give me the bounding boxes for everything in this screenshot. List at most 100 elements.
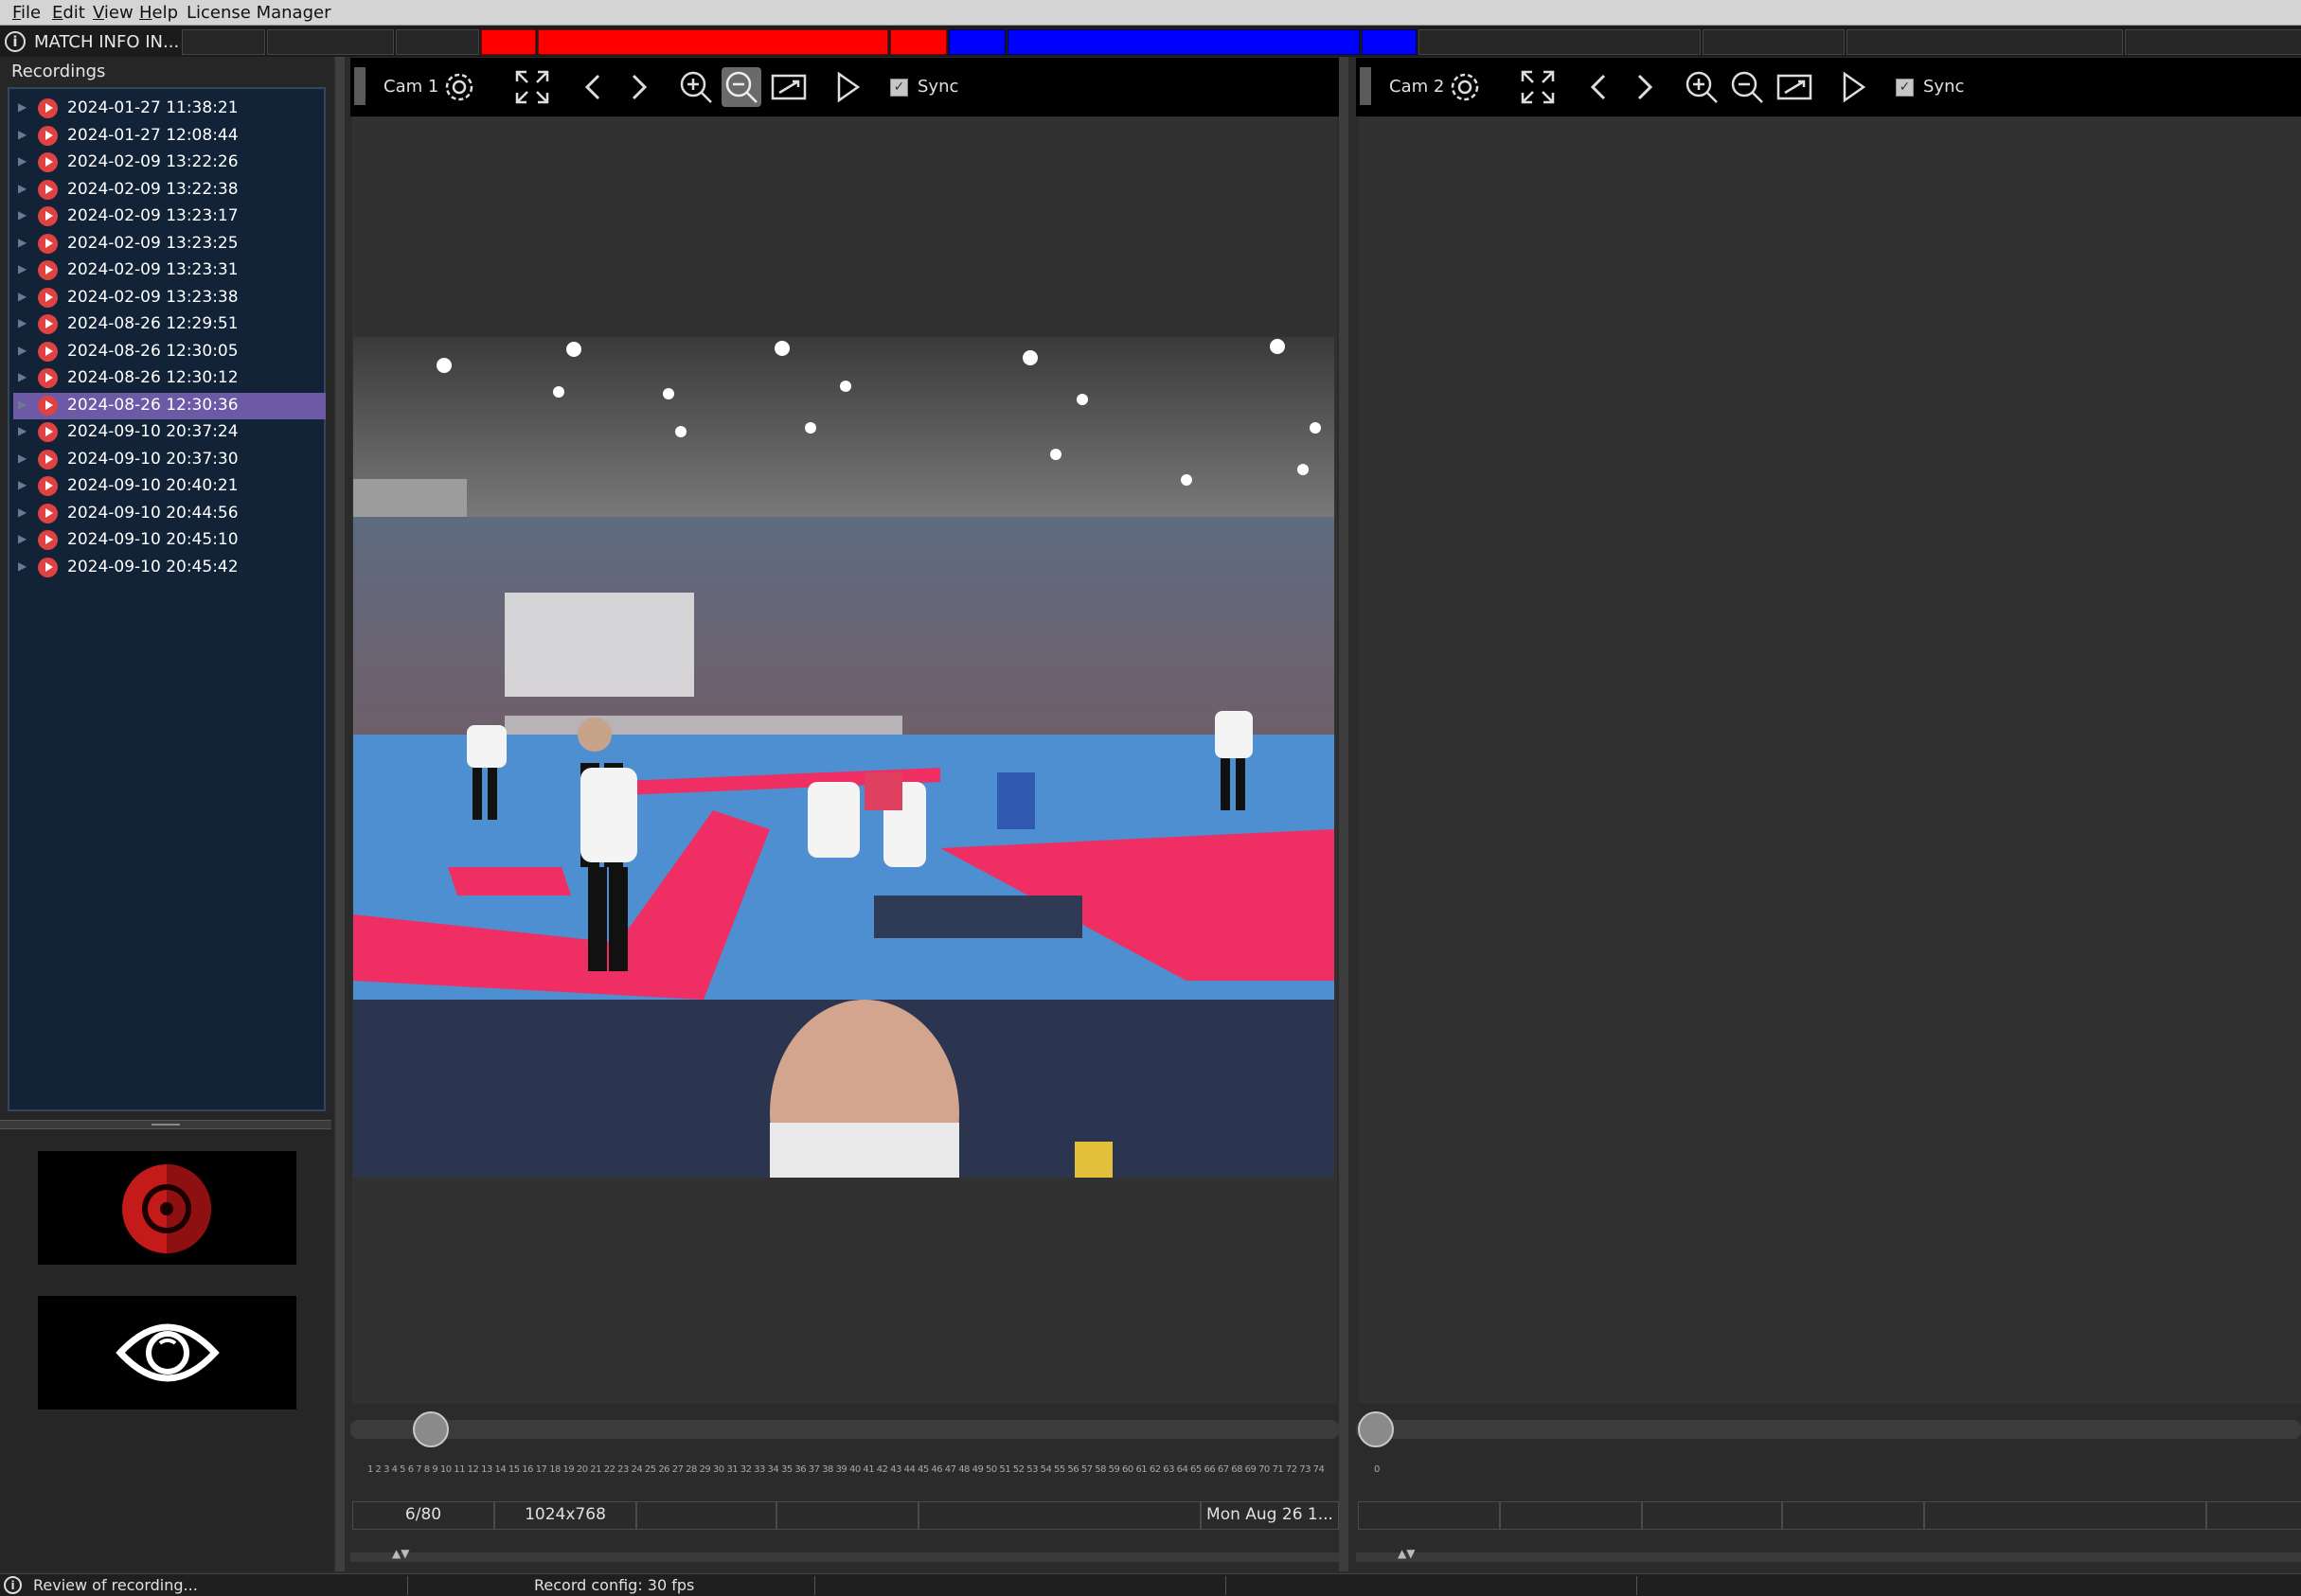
cam1-sync-checkbox[interactable]: ✓ bbox=[890, 79, 908, 97]
recording-item[interactable]: ▶ 2024-09-10 20:37:30 bbox=[13, 447, 326, 473]
expand-arrow-icon[interactable]: ▶ bbox=[18, 559, 27, 573]
recording-play-icon bbox=[38, 98, 58, 118]
review-button[interactable] bbox=[38, 1296, 296, 1410]
expand-arrow-icon[interactable]: ▶ bbox=[18, 208, 27, 222]
menu-help[interactable]: Help bbox=[139, 3, 178, 23]
recording-item[interactable]: ▶ 2024-08-26 12:30:36 bbox=[13, 392, 326, 419]
gear-icon[interactable] bbox=[439, 67, 479, 107]
expand-arrow-icon[interactable]: ▶ bbox=[18, 424, 27, 437]
menu-license-manager[interactable]: License Manager bbox=[187, 3, 330, 23]
cam2-status-cell bbox=[1642, 1501, 1782, 1530]
recording-item[interactable]: ▶ 2024-02-09 13:23:31 bbox=[13, 257, 326, 284]
fullscreen-icon[interactable] bbox=[1518, 67, 1558, 107]
cam2-timeline-track[interactable] bbox=[1356, 1420, 2301, 1439]
cam1-bottom-splitter[interactable]: ▲▼ bbox=[350, 1547, 1339, 1562]
expand-arrow-icon[interactable]: ▶ bbox=[18, 316, 27, 329]
recordings-list[interactable]: ▶ 2024-01-27 11:38:21 ▶ 2024-01-27 12:08:44… bbox=[8, 87, 326, 1111]
recording-item[interactable]: ▶ 2024-08-26 12:30:05 bbox=[13, 339, 326, 365]
cam2-sync-label: Sync bbox=[1923, 77, 1965, 97]
cam2-toolbar: Cam 2 ✓ Sync bbox=[1356, 58, 2301, 116]
recording-item[interactable]: ▶ 2024-01-27 11:38:21 bbox=[13, 96, 326, 122]
expand-arrow-icon[interactable]: ▶ bbox=[18, 236, 27, 249]
next-frame-icon[interactable] bbox=[1624, 67, 1664, 107]
expand-arrow-icon[interactable]: ▶ bbox=[18, 128, 27, 141]
cam1-timeline-knob[interactable] bbox=[413, 1411, 449, 1447]
recording-item[interactable]: ▶ 2024-09-10 20:45:10 bbox=[13, 527, 326, 554]
recording-play-icon bbox=[38, 395, 58, 416]
recording-item[interactable]: ▶ 2024-02-09 13:23:25 bbox=[13, 231, 326, 257]
recording-label: 2024-09-10 20:40:21 bbox=[67, 476, 239, 495]
zoom-out-icon[interactable] bbox=[722, 67, 761, 107]
fit-to-window-icon[interactable] bbox=[1775, 67, 1814, 107]
blue-penalty-cell bbox=[949, 29, 1006, 55]
cam1-timeline-track[interactable] bbox=[350, 1420, 1339, 1439]
cam1-sync-label: Sync bbox=[918, 77, 959, 97]
recording-play-icon bbox=[38, 206, 58, 226]
expand-arrow-icon[interactable]: ▶ bbox=[18, 262, 27, 275]
recording-label: 2024-02-09 13:23:25 bbox=[67, 233, 239, 253]
toolbar-handle[interactable] bbox=[354, 67, 366, 105]
expand-arrow-icon[interactable]: ▶ bbox=[18, 370, 27, 383]
expand-arrow-icon[interactable]: ▶ bbox=[18, 100, 27, 114]
match-info-label[interactable]: MATCH INFO IN... bbox=[34, 32, 179, 52]
expand-arrow-icon[interactable]: ▶ bbox=[18, 532, 27, 545]
info-cell bbox=[1846, 29, 2123, 55]
expand-arrow-icon[interactable]: ▶ bbox=[18, 452, 27, 465]
zoom-in-icon[interactable] bbox=[676, 67, 716, 107]
cam-splitter[interactable] bbox=[1339, 57, 1348, 1571]
recording-item[interactable]: ▶ 2024-01-27 12:08:44 bbox=[13, 123, 326, 150]
expand-arrow-icon[interactable]: ▶ bbox=[18, 398, 27, 411]
recording-play-icon bbox=[38, 341, 58, 362]
recording-item[interactable]: ▶ 2024-02-09 13:23:17 bbox=[13, 204, 326, 230]
recording-label: 2024-09-10 20:45:42 bbox=[67, 557, 239, 576]
recording-item[interactable]: ▶ 2024-02-09 13:22:38 bbox=[13, 177, 326, 204]
recording-item[interactable]: ▶ 2024-02-09 13:23:38 bbox=[13, 285, 326, 311]
recording-play-icon bbox=[38, 260, 58, 280]
recording-item[interactable]: ▶ 2024-08-26 12:29:51 bbox=[13, 311, 326, 338]
play-icon[interactable] bbox=[1833, 67, 1873, 107]
recording-item[interactable]: ▶ 2024-02-09 13:22:26 bbox=[13, 150, 326, 176]
expand-arrow-icon[interactable]: ▶ bbox=[18, 478, 27, 491]
expand-arrow-icon[interactable]: ▶ bbox=[18, 290, 27, 303]
blue-score-cell bbox=[1362, 29, 1417, 55]
recording-label: 2024-08-26 12:30:12 bbox=[67, 368, 239, 387]
expand-arrow-icon[interactable]: ▶ bbox=[18, 182, 27, 195]
cam2-timeline-knob[interactable] bbox=[1358, 1411, 1394, 1447]
cam2-bottom-splitter[interactable]: ▲▼ bbox=[1356, 1547, 2301, 1562]
cam1-viewport[interactable] bbox=[352, 117, 1337, 1403]
expand-arrow-icon[interactable]: ▶ bbox=[18, 154, 27, 168]
recording-label: 2024-02-09 13:23:38 bbox=[67, 287, 239, 307]
recording-item[interactable]: ▶ 2024-09-10 20:44:56 bbox=[13, 501, 326, 527]
gear-icon[interactable] bbox=[1445, 67, 1485, 107]
menu-file[interactable]: File bbox=[12, 3, 41, 23]
cam2-viewport[interactable] bbox=[1358, 117, 2301, 1403]
info-cell bbox=[267, 29, 394, 55]
expand-arrow-icon[interactable]: ▶ bbox=[18, 505, 27, 519]
recording-label: 2024-09-10 20:45:10 bbox=[67, 530, 239, 549]
cam2-sync-checkbox[interactable]: ✓ bbox=[1896, 79, 1914, 97]
recording-item[interactable]: ▶ 2024-09-10 20:45:42 bbox=[13, 555, 326, 581]
play-icon[interactable] bbox=[828, 67, 867, 107]
recording-item[interactable]: ▶ 2024-09-10 20:37:24 bbox=[13, 419, 326, 446]
red-competitor-cell bbox=[538, 29, 888, 55]
left-splitter[interactable] bbox=[335, 57, 345, 1571]
fullscreen-icon[interactable] bbox=[512, 67, 552, 107]
collapse-arrows-icon[interactable]: ▲▼ bbox=[392, 1547, 409, 1560]
record-button[interactable] bbox=[38, 1151, 296, 1265]
menu-view[interactable]: View bbox=[93, 3, 134, 23]
fit-to-window-icon[interactable] bbox=[769, 67, 809, 107]
collapse-arrows-icon[interactable]: ▲▼ bbox=[1398, 1547, 1415, 1560]
left-panel-splitter[interactable] bbox=[0, 1120, 331, 1129]
cam1-timeline-ticks: 1 2 3 4 5 6 7 8 9 10 11 12 13 14 15 16 1… bbox=[367, 1464, 1326, 1475]
menu-edit[interactable]: Edit bbox=[52, 3, 85, 23]
zoom-in-icon[interactable] bbox=[1682, 67, 1721, 107]
expand-arrow-icon[interactable]: ▶ bbox=[18, 344, 27, 357]
cam1-toolbar: Cam 1 ✓ Sync bbox=[350, 58, 1339, 116]
next-frame-icon[interactable] bbox=[618, 67, 658, 107]
previous-frame-icon[interactable] bbox=[574, 67, 614, 107]
zoom-out-icon[interactable] bbox=[1727, 67, 1767, 107]
recording-item[interactable]: ▶ 2024-09-10 20:40:21 bbox=[13, 473, 326, 500]
recording-item[interactable]: ▶ 2024-08-26 12:30:12 bbox=[13, 365, 326, 392]
toolbar-handle[interactable] bbox=[1360, 67, 1371, 105]
previous-frame-icon[interactable] bbox=[1579, 67, 1619, 107]
